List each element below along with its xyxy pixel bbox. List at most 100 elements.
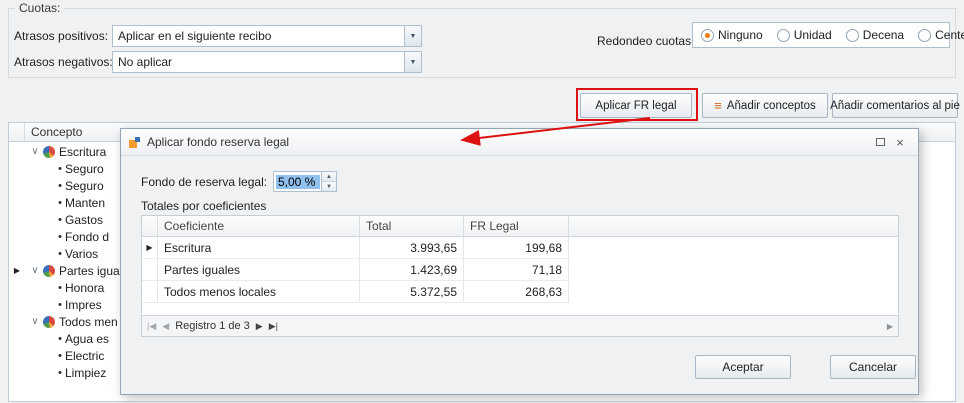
redondeo-cuotas-label: Redondeo cuotas: xyxy=(597,34,694,48)
chevron-down-icon[interactable]: ▼ xyxy=(404,52,421,72)
empty-cell xyxy=(569,237,898,259)
pie-chart-icon xyxy=(43,265,55,277)
bullet-icon: • xyxy=(55,197,65,209)
coeficiente-cell: Todos menos locales xyxy=(158,281,360,303)
radio-centena-label: Centena xyxy=(935,28,964,42)
expand-icon[interactable]: ∨ xyxy=(29,146,41,157)
empty-cell xyxy=(569,281,898,303)
fr-legal-cell: 71,18 xyxy=(464,259,569,281)
spinner: ▲ ▼ xyxy=(321,172,336,191)
radio-unidad-label: Unidad xyxy=(794,28,832,42)
current-row-marker-icon: ▶ xyxy=(142,237,158,259)
bullet-icon: • xyxy=(55,180,65,192)
atrasos-positivos-value: Aplicar en el siguiente recibo xyxy=(113,29,404,43)
app-icon xyxy=(129,137,140,148)
coeficiente-column-header[interactable]: Coeficiente xyxy=(158,216,360,237)
radio-centena[interactable]: Centena xyxy=(918,28,964,42)
aceptar-button[interactable]: Aceptar xyxy=(695,355,791,379)
record-counter: Registro 1 de 3 xyxy=(175,320,250,332)
fondo-reserva-value[interactable]: 5,00 % xyxy=(276,175,320,189)
bullet-icon: • xyxy=(55,214,65,226)
row-gutter xyxy=(142,259,158,281)
restore-window-button[interactable] xyxy=(870,133,890,151)
bullet-icon: • xyxy=(55,367,65,379)
radio-button-icon[interactable] xyxy=(701,29,714,42)
total-cell: 5.372,55 xyxy=(360,281,464,303)
fr-legal-cell: 268,63 xyxy=(464,281,569,303)
cuotas-groupbox-title: Cuotas: xyxy=(15,1,64,15)
coeficiente-cell: Partes iguales xyxy=(158,259,360,281)
first-record-icon[interactable]: |◀ xyxy=(147,321,156,332)
tree-row-label: Todos men xyxy=(59,315,118,329)
tree-row-label: Seguro xyxy=(65,179,104,193)
table-row[interactable]: Partes iguales 1.423,69 71,18 xyxy=(142,259,898,281)
indicator-column-header xyxy=(142,216,158,237)
chevron-down-icon[interactable]: ▼ xyxy=(404,26,421,46)
cancelar-button[interactable]: Cancelar xyxy=(830,355,916,379)
concepto-column-header[interactable]: Concepto xyxy=(25,125,82,139)
fondo-reserva-label: Fondo de reserva legal: xyxy=(141,175,267,189)
last-record-icon[interactable]: ▶| xyxy=(269,321,278,332)
tree-row-label: Agua es xyxy=(65,332,109,346)
bullet-icon: • xyxy=(55,231,65,243)
bullet-icon: • xyxy=(55,333,65,345)
current-row-marker-icon: ▶ xyxy=(9,266,25,275)
radio-button-icon[interactable] xyxy=(846,29,859,42)
tree-row-label: Seguro xyxy=(65,162,104,176)
empty-cell xyxy=(569,259,898,281)
scroll-right-icon[interactable]: ▶ xyxy=(887,322,893,331)
atrasos-positivos-dropdown[interactable]: Aplicar en el siguiente recibo ▼ xyxy=(112,25,422,47)
pie-chart-icon xyxy=(43,146,55,158)
tree-row-label: Limpiez xyxy=(65,366,106,380)
coeficiente-cell: Escritura xyxy=(158,237,360,259)
record-navigator: |◀ ◀ Registro 1 de 3 ▶ ▶| ▶ xyxy=(142,315,898,336)
fondo-reserva-input[interactable]: 5,00 % ▲ ▼ xyxy=(273,171,337,192)
tree-row-label: Gastos xyxy=(65,213,103,227)
tree-row-label: Partes igua xyxy=(59,264,120,278)
bullet-icon: • xyxy=(55,350,65,362)
bullet-icon: • xyxy=(55,299,65,311)
anadir-comentarios-label: Añadir comentarios al pie xyxy=(830,100,960,112)
atrasos-negativos-label: Atrasos negativos: xyxy=(14,55,113,69)
redondeo-radio-group: Ninguno Unidad Decena Centena xyxy=(692,22,950,48)
totales-label: Totales por coeficientes xyxy=(141,199,266,213)
anadir-conceptos-button[interactable]: ≡ Añadir conceptos xyxy=(702,93,828,118)
aplicar-fr-legal-button[interactable]: Aplicar FR legal xyxy=(580,93,692,118)
row-gutter xyxy=(142,281,158,303)
atrasos-negativos-dropdown[interactable]: No aplicar ▼ xyxy=(112,51,422,73)
radio-button-icon[interactable] xyxy=(918,29,931,42)
dialog-title: Aplicar fondo reserva legal xyxy=(147,135,870,149)
expand-icon[interactable]: ∨ xyxy=(29,316,41,327)
radio-decena[interactable]: Decena xyxy=(846,28,904,42)
fr-legal-column-header[interactable]: FR Legal xyxy=(464,216,569,237)
total-column-header[interactable]: Total xyxy=(360,216,464,237)
aceptar-label: Aceptar xyxy=(722,360,763,374)
tree-row-label: Impres xyxy=(65,298,102,312)
total-cell: 1.423,69 xyxy=(360,259,464,281)
close-button[interactable]: × xyxy=(890,133,910,151)
atrasos-negativos-value: No aplicar xyxy=(113,55,404,69)
cancelar-label: Cancelar xyxy=(849,360,897,374)
tree-row-label: Electric xyxy=(65,349,104,363)
table-row[interactable]: Todos menos locales 5.372,55 268,63 xyxy=(142,281,898,303)
dialog-titlebar[interactable]: Aplicar fondo reserva legal × xyxy=(121,129,918,156)
spin-up-icon[interactable]: ▲ xyxy=(322,172,336,181)
radio-button-icon[interactable] xyxy=(777,29,790,42)
empty-column-header xyxy=(569,216,898,237)
coeficientes-table: Coeficiente Total FR Legal ▶ Escritura 3… xyxy=(141,215,899,337)
previous-record-icon[interactable]: ◀ xyxy=(162,321,169,332)
radio-ninguno-label: Ninguno xyxy=(718,28,763,42)
spin-down-icon[interactable]: ▼ xyxy=(322,181,336,191)
radio-unidad[interactable]: Unidad xyxy=(777,28,832,42)
tree-row-label: Varios xyxy=(65,247,98,261)
restore-icon xyxy=(876,138,885,146)
anadir-conceptos-label: Añadir conceptos xyxy=(727,100,816,112)
expand-icon[interactable]: ∨ xyxy=(29,265,41,276)
table-row[interactable]: ▶ Escritura 3.993,65 199,68 xyxy=(142,237,898,259)
radio-ninguno[interactable]: Ninguno xyxy=(701,28,763,42)
next-record-icon[interactable]: ▶ xyxy=(256,321,263,332)
pie-chart-icon xyxy=(43,316,55,328)
anadir-comentarios-button[interactable]: Añadir comentarios al pie xyxy=(832,93,958,118)
tree-row-label: Manten xyxy=(65,196,105,210)
atrasos-positivos-label: Atrasos positivos: xyxy=(14,29,108,43)
